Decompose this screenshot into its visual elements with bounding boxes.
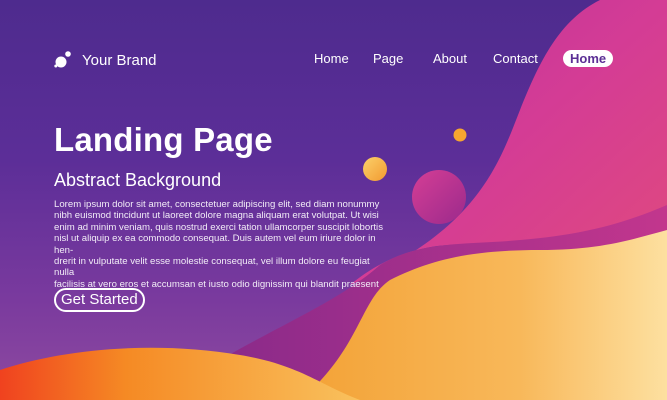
hero-body-line: enim ad minim veniam, quis nostrud exerc…: [54, 221, 383, 233]
hero-subtitle: Abstract Background: [54, 170, 222, 190]
decorative-orb-large: [412, 170, 466, 224]
hero-body-line: drerit in vulputate velit esse molestie …: [54, 256, 370, 279]
hero-body-line: nibh euismod tincidunt ut laoreet dolore…: [54, 210, 379, 222]
decorative-orb-tiny: [453, 128, 467, 142]
nav-contact-link[interactable]: Contact: [493, 51, 538, 66]
landing-page: Your Brand Home Page About Contact Home …: [0, 0, 667, 400]
nav-home-link[interactable]: Home: [314, 51, 349, 66]
hero-body-line: nisl ut aliquip ex ea commodo consequat.…: [54, 233, 376, 256]
hero-body-text: Lorem ipsum dolor sit amet, consectetuer…: [54, 199, 392, 290]
nav-page-link[interactable]: Page: [373, 51, 403, 66]
get-started-button[interactable]: Get Started: [54, 288, 145, 312]
hero-body-line: Lorem ipsum dolor sit amet, consectetuer…: [54, 199, 380, 210]
nav-active-home-button[interactable]: Home: [563, 50, 614, 67]
hero-title: Landing Page: [54, 121, 273, 158]
top-nav: Home Page About Contact Home: [0, 50, 667, 70]
nav-about-link[interactable]: About: [433, 51, 467, 66]
decorative-orb-small: [363, 157, 387, 181]
